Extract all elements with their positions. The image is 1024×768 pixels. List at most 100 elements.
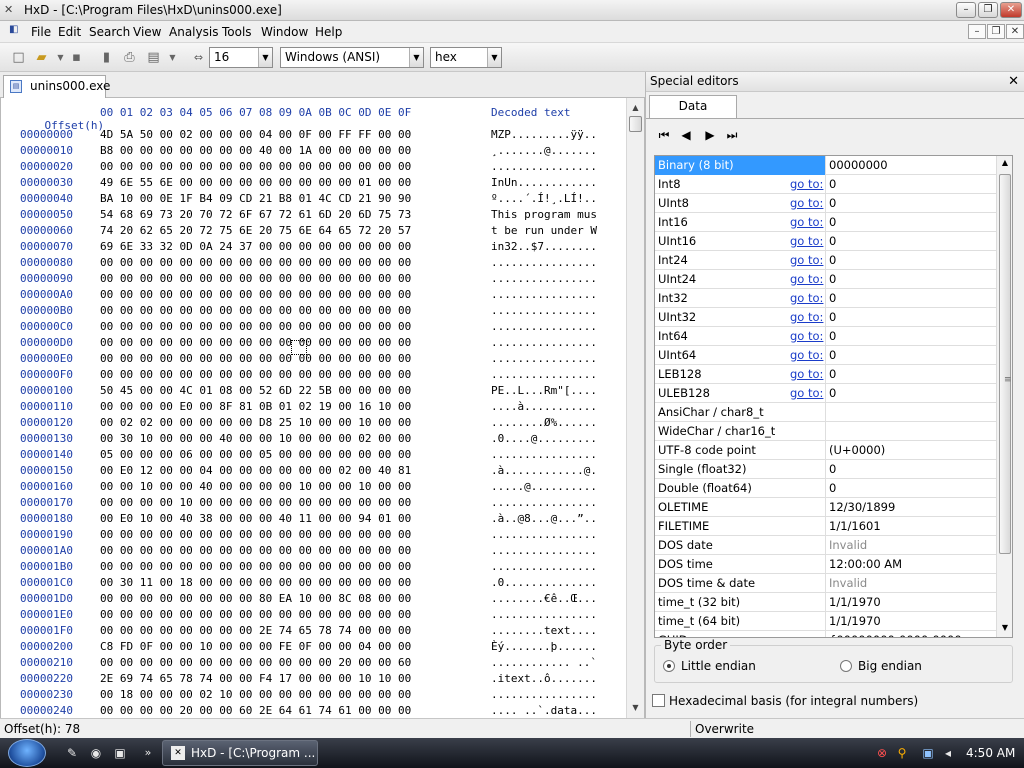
maximize-button[interactable]: ❐ [978, 2, 998, 18]
row-hex-bytes[interactable]: 00 00 00 00 00 00 00 00 00 00 00 00 00 0… [100, 304, 411, 317]
inspector-row[interactable]: OLETIME 12/30/1899 [655, 498, 996, 517]
inspector-value[interactable]: 0 [829, 386, 836, 400]
inspector-value[interactable]: 0 [829, 177, 836, 191]
next-icon[interactable]: ▶ [702, 127, 718, 143]
row-decoded-text[interactable]: ................ [491, 608, 597, 621]
row-hex-bytes[interactable]: 05 00 00 00 06 00 00 00 05 00 00 00 00 0… [100, 448, 411, 461]
inspector-value[interactable]: 0 [829, 481, 836, 495]
hex-row[interactable]: 00000100 50 45 00 00 4C 01 08 00 52 6D 22… [1, 384, 626, 400]
file-tab[interactable]: ▤ unins000.exe [3, 75, 110, 98]
inspector-value[interactable]: 0 [829, 329, 836, 343]
menu-file[interactable]: File [31, 25, 51, 39]
goto-link[interactable]: go to: [790, 367, 823, 381]
hex-row[interactable]: 00000140 05 00 00 00 06 00 00 00 05 00 00… [1, 448, 626, 464]
row-decoded-text[interactable]: .0....@......... [491, 432, 597, 445]
row-hex-bytes[interactable]: 00 00 00 00 00 00 00 00 00 00 00 00 20 0… [100, 656, 411, 669]
inspector-row[interactable]: UInt16 go to: 0 [655, 232, 996, 251]
hex-row[interactable]: 00000020 00 00 00 00 00 00 00 00 00 00 00… [1, 160, 626, 176]
inspector-value[interactable]: 1/1/1601 [829, 519, 881, 533]
scroll-up-icon[interactable]: ▲ [627, 100, 644, 116]
row-decoded-text[interactable]: .itext..ô....... [491, 672, 597, 685]
menu-edit[interactable]: Edit [58, 25, 81, 39]
row-decoded-text[interactable]: This program mus [491, 208, 597, 221]
goto-link[interactable]: go to: [790, 177, 823, 191]
row-decoded-text[interactable]: ................ [491, 352, 597, 365]
inspector-row[interactable]: DOS date Invalid [655, 536, 996, 555]
hex-row[interactable]: 00000150 00 E0 12 00 00 04 00 00 00 00 00… [1, 464, 626, 480]
mdi-restore-button[interactable]: ❐ [987, 24, 1005, 39]
inspector-value[interactable]: 0 [829, 348, 836, 362]
inspector-row[interactable]: WideChar / char16_t [655, 422, 996, 441]
inspector-row[interactable]: UTF-8 code point (U+0000) [655, 441, 996, 460]
inspector-row[interactable]: Double (float64) 0 [655, 479, 996, 498]
row-decoded-text[interactable]: ................ [491, 288, 597, 301]
inspector-row[interactable]: Int16 go to: 0 [655, 213, 996, 232]
big-endian-radio[interactable]: Big endian [840, 659, 922, 673]
row-decoded-text[interactable]: ............ ..` [491, 656, 597, 669]
hex-row[interactable]: 00000180 00 E0 10 00 40 38 00 00 00 40 11… [1, 512, 626, 528]
row-decoded-text[interactable]: ................ [491, 160, 597, 173]
row-decoded-text[interactable]: .....@.......... [491, 480, 597, 493]
menu-analysis[interactable]: Analysis [169, 25, 218, 39]
security-alert-icon[interactable]: ⊗ [874, 745, 890, 761]
row-decoded-text[interactable]: ................ [491, 496, 597, 509]
print-icon[interactable]: ⎙ [121, 49, 138, 66]
row-decoded-text[interactable]: Èý.......þ...... [491, 640, 597, 653]
hex-row[interactable]: 000001B0 00 00 00 00 00 00 00 00 00 00 00… [1, 560, 626, 576]
inspector-value[interactable]: 0 [829, 196, 836, 210]
row-decoded-text[interactable]: PE..L...Rm"[.... [491, 384, 597, 397]
row-decoded-text[interactable]: ........€ê..Œ... [491, 592, 597, 605]
row-hex-bytes[interactable]: 2E 69 74 65 78 74 00 00 F4 17 00 00 00 1… [100, 672, 411, 685]
inspector-value[interactable]: 0 [829, 253, 836, 267]
goto-link[interactable]: go to: [790, 329, 823, 343]
inspector-value[interactable]: {00000000-0000-0000-0000-000000000000} [829, 633, 996, 637]
inspector-value[interactable]: Invalid [829, 538, 867, 552]
data-inspector-grid[interactable]: Binary (8 bit) 00000000 Int8 go to: 0 UInt8 go… [654, 155, 1013, 638]
inspector-row[interactable]: Int24 go to: 0 [655, 251, 996, 270]
previous-icon[interactable]: ◀ [678, 127, 694, 143]
hex-row[interactable]: 00000170 00 00 00 00 10 00 00 00 00 00 00… [1, 496, 626, 512]
network-icon[interactable]: ▣ [920, 745, 936, 761]
row-decoded-text[interactable]: ................ [491, 320, 597, 333]
row-hex-bytes[interactable]: BA 10 00 0E 1F B4 09 CD 21 B8 01 4C CD 2… [100, 192, 411, 205]
menu-tools[interactable]: Tools [222, 25, 252, 39]
row-hex-bytes[interactable]: 00 00 00 00 00 00 00 00 00 00 00 00 00 0… [100, 544, 411, 557]
row-hex-bytes[interactable]: 00 00 10 00 00 40 00 00 00 00 10 00 00 1… [100, 480, 411, 493]
clock[interactable]: 4:50 AM [966, 746, 1015, 760]
inspector-row[interactable]: GUID{00000000-0000-0000-0000-00000000000… [655, 631, 996, 637]
last-icon[interactable]: ⏭ [724, 127, 740, 143]
goto-link[interactable]: go to: [790, 386, 823, 400]
offset-base-select[interactable]: hex ▼ [430, 47, 502, 68]
row-hex-bytes[interactable]: 00 00 00 00 00 00 00 00 00 00 00 00 00 0… [100, 560, 411, 573]
row-decoded-text[interactable]: InUn............ [491, 176, 597, 189]
scroll-up-icon[interactable]: ▲ [997, 158, 1012, 172]
expand-icon[interactable]: » [140, 746, 156, 760]
row-decoded-text[interactable]: in32..$7........ [491, 240, 597, 253]
inspector-value[interactable]: 00000000 [829, 158, 888, 172]
row-decoded-text[interactable]: ........text.... [491, 624, 597, 637]
hex-row[interactable]: 00000000 4D 5A 50 00 02 00 00 00 04 00 0F… [1, 128, 626, 144]
scroll-thumb[interactable]: ≡ [999, 174, 1012, 554]
open-dropdown-icon[interactable]: ▼ [52, 49, 69, 66]
row-decoded-text[interactable]: ................ [491, 560, 597, 573]
close-file-icon[interactable]: ▮ [98, 49, 115, 66]
charset-select[interactable]: Windows (ANSI) ▼ [280, 47, 424, 68]
menu-search[interactable]: Search [89, 25, 130, 39]
inspector-value[interactable]: 1/1/1970 [829, 614, 881, 628]
hex-row[interactable]: 000000A0 00 00 00 00 00 00 00 00 00 00 00… [1, 288, 626, 304]
row-decoded-text[interactable]: .0.............. [491, 576, 597, 589]
inspector-vertical-scrollbar[interactable]: ▲ ≡ ▼ [996, 156, 1012, 637]
goto-link[interactable]: go to: [790, 310, 823, 324]
row-hex-bytes[interactable]: 00 00 00 00 00 00 00 00 00 00 00 00 00 0… [100, 608, 411, 621]
row-hex-bytes[interactable]: 00 00 00 00 00 00 00 00 00 00 00 00 00 0… [100, 160, 411, 173]
browser-icon[interactable]: ◉ [88, 746, 104, 760]
inspector-row[interactable]: ULEB128 go to: 0 [655, 384, 996, 403]
inspector-row[interactable]: time_t (64 bit) 1/1/1970 [655, 612, 996, 631]
inspector-row[interactable]: time_t (32 bit) 1/1/1970 [655, 593, 996, 612]
hex-row[interactable]: 000001F0 00 00 00 00 00 00 00 00 2E 74 65… [1, 624, 626, 640]
row-hex-bytes[interactable]: 00 00 00 00 00 00 00 00 00 00 00 00 00 0… [100, 368, 411, 381]
hex-row[interactable]: 00000050 54 68 69 73 20 70 72 6F 67 72 61… [1, 208, 626, 224]
inspector-row[interactable]: FILETIME 1/1/1601 [655, 517, 996, 536]
row-decoded-text[interactable]: ................ [491, 336, 597, 349]
row-hex-bytes[interactable]: 49 6E 55 6E 00 00 00 00 00 00 00 00 00 0… [100, 176, 411, 189]
